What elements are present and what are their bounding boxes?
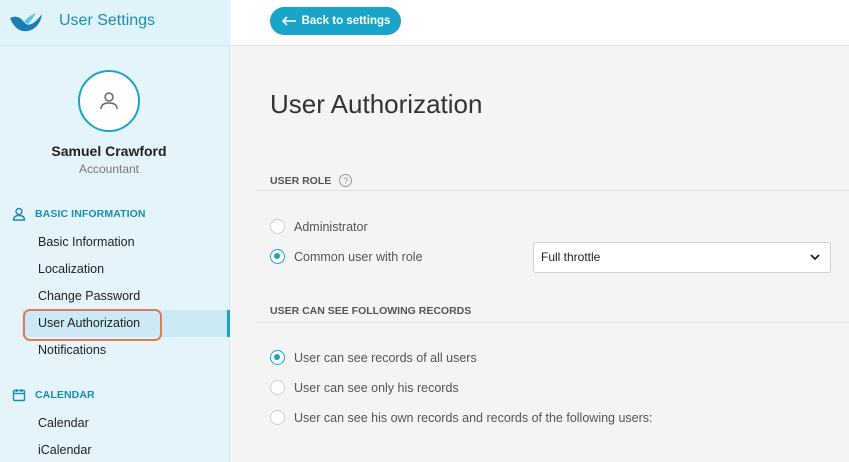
section-title: CALENDAR	[35, 389, 95, 401]
sidebar-item-basic-information[interactable]: Basic Information	[22, 229, 230, 256]
sidebar-item-localization[interactable]: Localization	[22, 256, 230, 283]
records-heading: USER CAN SEE FOLLOWING RECORDS	[270, 305, 471, 317]
radio-label: Common user with role	[294, 249, 423, 264]
role-select-value: Full throttle	[541, 250, 601, 264]
radio-records-own[interactable]: User can see only his records	[270, 380, 459, 395]
radio-button[interactable]	[270, 380, 285, 395]
radio-button[interactable]	[270, 350, 285, 365]
sidebar-item-user-authorization[interactable]: User Authorization	[22, 310, 230, 337]
help-icon[interactable]: ?	[339, 174, 353, 187]
sidebar: User Settings Samuel Crawford Accountant…	[0, 0, 230, 462]
logo-icon	[10, 13, 42, 32]
section-basic-information: BASIC INFORMATION	[12, 207, 146, 221]
radio-label: Administrator	[294, 219, 368, 234]
radio-label: User can see his own records and records…	[294, 410, 653, 425]
user-icon	[12, 207, 26, 221]
sidebar-item-icalendar[interactable]: iCalendar	[22, 437, 230, 462]
radio-button[interactable]	[270, 410, 285, 425]
sidebar-item-calendar[interactable]: Calendar	[22, 410, 230, 437]
radio-records-own-and-following[interactable]: User can see his own records and records…	[270, 410, 653, 425]
page-title: User Authorization	[270, 89, 483, 119]
divider	[256, 322, 849, 323]
back-button-label: Back to settings	[301, 15, 391, 27]
radio-button[interactable]	[270, 249, 285, 264]
calendar-icon	[12, 389, 26, 402]
section-calendar: CALENDAR	[12, 388, 95, 402]
sidebar-header: User Settings	[0, 0, 230, 46]
user-role: Accountant	[78, 162, 140, 176]
user-role-heading-label: USER ROLE	[270, 174, 332, 187]
sidebar-item-notifications[interactable]: Notifications	[22, 337, 230, 364]
radio-administrator[interactable]: Administrator	[270, 219, 368, 234]
section-title: BASIC INFORMATION	[35, 208, 146, 220]
divider	[256, 190, 849, 191]
user-icon	[100, 92, 118, 110]
radio-common-user[interactable]: Common user with role	[270, 249, 423, 264]
radio-label: User can see records of all users	[294, 350, 477, 365]
radio-button[interactable]	[270, 219, 285, 234]
back-to-settings-button[interactable]: Back to settings	[270, 7, 401, 35]
role-select[interactable]: Full throttle	[533, 242, 831, 273]
chevron-down-icon	[810, 254, 820, 261]
radio-label: User can see only his records	[294, 380, 459, 395]
avatar[interactable]	[78, 70, 140, 132]
radio-records-all[interactable]: User can see records of all users	[270, 350, 477, 365]
arrow-left-icon	[281, 16, 296, 26]
app-title: User Settings	[59, 12, 156, 29]
sidebar-item-change-password[interactable]: Change Password	[22, 283, 230, 310]
user-role-heading: USER ROLE ?	[270, 174, 353, 187]
user-name: Samuel Crawford	[51, 143, 167, 159]
records-heading-label: USER CAN SEE FOLLOWING RECORDS	[270, 305, 472, 317]
